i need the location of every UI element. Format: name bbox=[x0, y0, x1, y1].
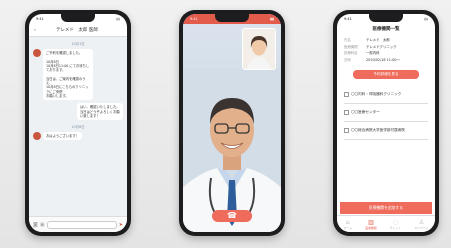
chat-input-bar: ◙ ▣ ➤ bbox=[29, 216, 127, 232]
hospital-icon: ▥ bbox=[368, 218, 374, 226]
date-separator: 10月1日 bbox=[71, 42, 85, 46]
signal-icon: ▮▮ bbox=[424, 17, 428, 21]
home-icon: ⌂ bbox=[345, 218, 350, 226]
video-call-screen: 9:41 ▮▮ ☎ bbox=[183, 14, 281, 232]
reservation-info: 氏名 テレメド 太郎 医療機関 テレメドクリニック 診療科目 一般内科 日時 2020/… bbox=[337, 35, 435, 65]
add-clinic-button[interactable]: 医療機関を追加する bbox=[340, 202, 432, 214]
message-bubble: はい、確認いたしました。 当日はどうぞよろしくお願い致します！ bbox=[77, 103, 123, 121]
tab-home[interactable]: ⌂ ホーム bbox=[344, 219, 352, 230]
phone-notch bbox=[369, 14, 403, 22]
status-time: 9:41 bbox=[344, 17, 352, 21]
phone-notch bbox=[215, 14, 249, 22]
clinic-option[interactable]: 〇〇総合病院大学医学部付属病院 bbox=[344, 122, 428, 140]
video-call-phone: 9:41 ▮▮ ☎ bbox=[179, 10, 285, 236]
message-bubble: おはようございます！ bbox=[43, 132, 82, 141]
doctor-avatar bbox=[33, 49, 41, 57]
message-bubble: ご予約を確認しました。 10月8日 10月8日11:00 にてお待ちしております… bbox=[43, 49, 93, 101]
checkbox[interactable] bbox=[344, 92, 349, 97]
date-separator: 10月8日 bbox=[71, 125, 85, 130]
chat-phone: 9:41 ▮▮ ‹ テレメド 太郎 医師 10月1日 ご予約を確認しました。 1… bbox=[25, 10, 131, 236]
send-icon[interactable]: ➤ bbox=[119, 222, 123, 228]
tab-mypage[interactable]: ♙ マイページ bbox=[414, 219, 428, 230]
image-icon[interactable]: ▣ bbox=[40, 222, 45, 228]
signal-icon: ▮▮ bbox=[270, 17, 274, 21]
tab-clinics[interactable]: ▥ 医療機関 bbox=[365, 219, 376, 230]
chat-icon: ◌ bbox=[392, 218, 399, 226]
signal-icon: ▮▮ bbox=[116, 17, 120, 21]
patient-pip-video[interactable] bbox=[242, 28, 276, 70]
phone-notch bbox=[61, 14, 95, 22]
clinic-list-screen: 9:41 ▮▮ 医療機関一覧 氏名 テレメド 太郎 医療機関 テレメドクリニック 診… bbox=[337, 14, 435, 232]
phone-hangup-icon: ☎ bbox=[227, 211, 237, 220]
info-row: 日時 2020/02/18 11:00〜 bbox=[344, 57, 400, 62]
showcase-background: 9:41 ▮▮ ‹ テレメド 太郎 医師 10月1日 ご予約を確認しました。 1… bbox=[0, 0, 451, 248]
checkbox[interactable] bbox=[344, 128, 349, 133]
clinic-option[interactable]: 〇〇医療センター bbox=[344, 104, 428, 122]
message-row: おはようございます！ bbox=[29, 132, 127, 141]
message-row: ご予約を確認しました。 10月8日 10月8日11:00 にてお待ちしております… bbox=[29, 49, 127, 101]
tab-chat[interactable]: ◌ チャット bbox=[390, 219, 401, 230]
reservation-detail-button[interactable]: 予約詳細を見る bbox=[353, 70, 419, 79]
patient-image bbox=[243, 29, 275, 69]
tab-bar: ⌂ ホーム ▥ 医療機関 ◌ チャット ♙ マイページ bbox=[337, 215, 435, 232]
chat-messages[interactable]: 10月1日 ご予約を確認しました。 10月8日 10月8日11:00 にてお待ち… bbox=[29, 37, 127, 217]
status-time: 9:41 bbox=[190, 17, 198, 21]
chat-screen: 9:41 ▮▮ ‹ テレメド 太郎 医師 10月1日 ご予約を確認しました。 1… bbox=[29, 14, 127, 232]
doctor-avatar bbox=[33, 132, 41, 141]
message-input[interactable] bbox=[46, 220, 117, 229]
user-icon: ♙ bbox=[418, 218, 425, 226]
hang-up-button[interactable]: ☎ bbox=[212, 210, 252, 222]
message-row: はい、確認いたしました。 当日はどうぞよろしくお願い致します！ bbox=[29, 103, 127, 121]
clinic-list-phone: 9:41 ▮▮ 医療機関一覧 氏名 テレメド 太郎 医療機関 テレメドクリニック 診… bbox=[333, 10, 439, 236]
status-time: 9:41 bbox=[36, 17, 44, 21]
chat-header: ‹ テレメド 太郎 医師 bbox=[29, 24, 127, 37]
page-title: 医療機関一覧 bbox=[372, 27, 400, 32]
camera-icon[interactable]: ◙ bbox=[33, 222, 38, 228]
doctor-image bbox=[183, 68, 281, 232]
chat-title: テレメド 太郎 医師 bbox=[55, 28, 98, 33]
clinic-option[interactable]: 〇〇内科・呼吸器科クリニック bbox=[344, 86, 428, 104]
checkbox[interactable] bbox=[344, 110, 349, 115]
